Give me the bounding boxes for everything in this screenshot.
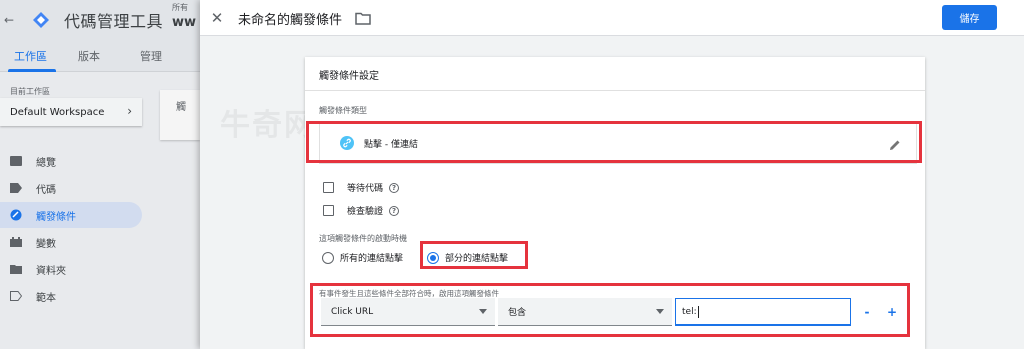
- help-icon[interactable]: ?: [389, 205, 400, 216]
- radio-label: 所有的連結點擊: [340, 254, 404, 264]
- sidebar-item-overview[interactable]: 總覽: [0, 148, 142, 174]
- close-button[interactable]: ✕: [206, 7, 228, 29]
- fire-on-label: 這項觸發條件的啟動時機: [319, 234, 407, 243]
- app-header: ← 代碼管理工具: [0, 0, 200, 40]
- sidebar-item-tags[interactable]: 代碼: [0, 175, 142, 201]
- sidebar-item-label: 範本: [36, 292, 56, 304]
- background-card-text: 觸: [176, 102, 186, 113]
- dropdown-arrow-icon: [656, 309, 664, 314]
- radio-label: 部分的連結點擊: [445, 254, 509, 264]
- overview-icon: [10, 155, 22, 167]
- folder-icon: [10, 263, 22, 275]
- sidebar-item-templates[interactable]: 範本: [0, 283, 142, 309]
- sidebar-item-label: 資料夾: [36, 265, 66, 277]
- trigger-type-label: 觸發條件類型: [319, 106, 367, 115]
- card-title: 觸發條件設定: [319, 71, 379, 82]
- sidebar-item-label: 代碼: [36, 184, 56, 196]
- divider: [305, 90, 925, 91]
- add-condition-button[interactable]: +: [882, 300, 902, 324]
- wait-for-tags-checkbox[interactable]: 等待代碼 ?: [323, 181, 400, 194]
- chevron-right-icon: ›: [127, 104, 132, 118]
- trigger-type-selector[interactable]: 點擊 - 僅連結: [319, 122, 917, 164]
- condition-operator-value: 包含: [508, 308, 527, 318]
- sidebar-item-folders[interactable]: 資料夾: [0, 256, 142, 282]
- help-icon[interactable]: ?: [389, 182, 400, 193]
- folder-icon[interactable]: [355, 10, 371, 25]
- some-link-clicks-radio[interactable]: 部分的連結點擊: [427, 251, 508, 264]
- checkbox[interactable]: [323, 182, 334, 193]
- account-name[interactable]: ww: [172, 15, 200, 30]
- condition-value-input[interactable]: tel:: [675, 298, 851, 326]
- condition-variable-dropdown[interactable]: Click URL: [321, 298, 495, 326]
- workspace-selector[interactable]: Default Workspace ›: [0, 98, 142, 126]
- tab-admin[interactable]: 管理: [140, 48, 162, 64]
- radio-button[interactable]: [322, 251, 334, 264]
- trigger-type-value: 點擊 - 僅連結: [364, 139, 418, 150]
- condition-variable-value: Click URL: [331, 306, 374, 317]
- tag-icon: [10, 182, 22, 194]
- pencil-icon[interactable]: [888, 137, 902, 151]
- back-arrow-icon[interactable]: ←: [2, 13, 16, 27]
- app-tabs: 工作區 版本 管理: [0, 40, 200, 72]
- variable-icon: [10, 236, 22, 248]
- sidebar-item-triggers[interactable]: 觸發條件: [0, 202, 142, 228]
- trigger-icon: [10, 209, 22, 221]
- gtm-logo-icon: [32, 11, 50, 29]
- save-button[interactable]: 儲存: [942, 5, 997, 30]
- sidebar-item-variables[interactable]: 變數: [0, 229, 142, 255]
- sidebar-item-label: 變數: [36, 238, 56, 250]
- checkbox-label: 等待代碼: [347, 184, 384, 194]
- text-caret: [697, 305, 699, 318]
- background-app: ← 代碼管理工具 所有 ww 工作區 版本 管理 目前工作區 Default W…: [0, 0, 200, 349]
- radio-button-selected[interactable]: [427, 251, 439, 264]
- link-icon: [340, 136, 354, 150]
- condition-value-text: tel:: [682, 306, 697, 317]
- watermark-text: 牛奇网: [220, 108, 316, 143]
- trigger-editor-panel: ✕ 未命名的觸發條件 儲存 牛奇网 牛奇网 觸發條件設定 觸發條件類型 點擊 -…: [200, 0, 1024, 349]
- check-validation-checkbox[interactable]: 檢查驗證 ?: [323, 204, 400, 217]
- panel-header: ✕ 未命名的觸發條件 儲存: [200, 0, 1024, 36]
- tab-versions[interactable]: 版本: [78, 48, 100, 64]
- condition-operator-dropdown[interactable]: 包含: [498, 298, 672, 326]
- active-tab-indicator: [8, 69, 56, 72]
- panel-title[interactable]: 未命名的觸發條件: [238, 9, 342, 28]
- close-icon: ✕: [210, 9, 224, 27]
- remove-condition-button[interactable]: -: [857, 300, 877, 324]
- sidebar-item-label: 觸發條件: [36, 211, 76, 223]
- all-link-clicks-radio[interactable]: 所有的連結點擊: [322, 251, 403, 264]
- trigger-config-card: 觸發條件設定 觸發條件類型 點擊 - 僅連結 等待代碼 ? 檢查驗證 ? 這項觸…: [305, 57, 925, 349]
- app-title: 代碼管理工具: [64, 12, 164, 31]
- template-icon: [10, 290, 22, 302]
- dropdown-arrow-icon: [479, 309, 487, 314]
- workspace-label: 目前工作區: [10, 87, 50, 96]
- workspace-name: Default Workspace: [10, 106, 105, 118]
- tab-workspace[interactable]: 工作區: [14, 48, 47, 64]
- checkbox-label: 檢查驗證: [347, 207, 384, 217]
- account-label: 所有: [172, 3, 188, 12]
- sidebar-item-label: 總覽: [36, 157, 56, 169]
- checkbox[interactable]: [323, 205, 334, 216]
